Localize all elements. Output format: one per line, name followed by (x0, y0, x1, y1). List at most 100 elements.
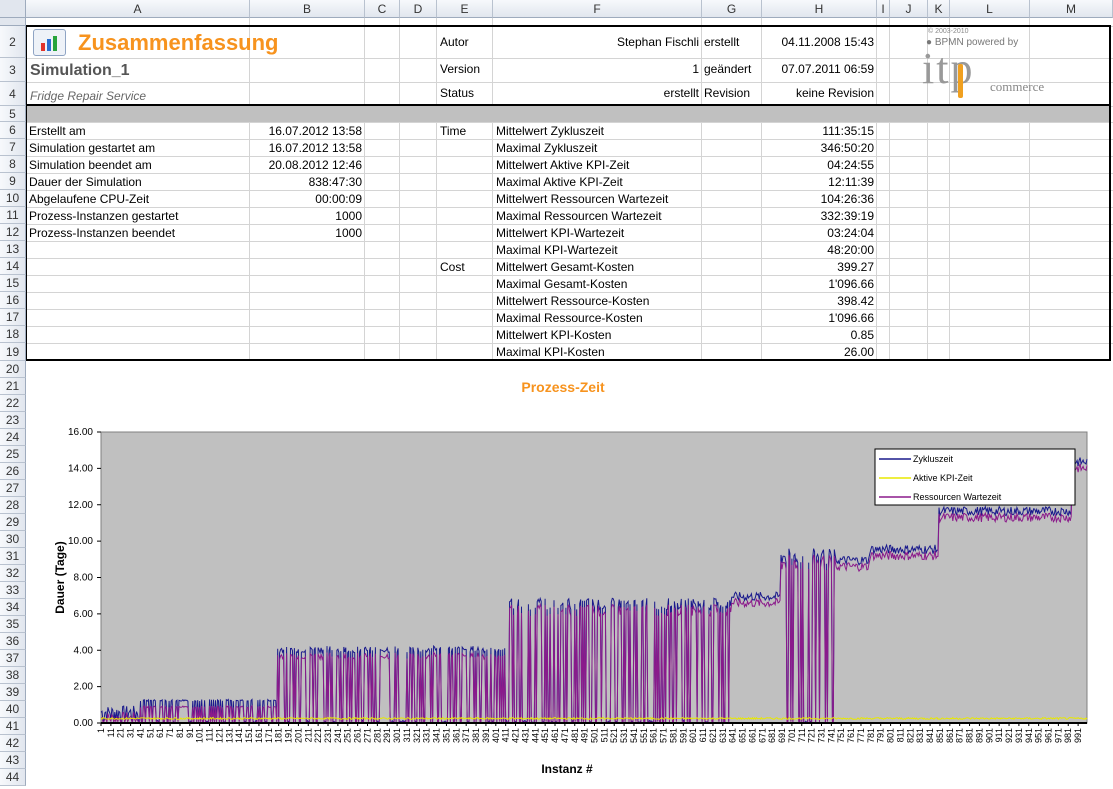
column-header-m[interactable]: M (1030, 0, 1113, 18)
x-tick-label: 261 (353, 728, 363, 743)
row-header-21[interactable]: 21 (0, 378, 26, 395)
row-header-39[interactable]: 39 (0, 684, 26, 701)
select-all-corner[interactable] (0, 0, 26, 18)
metric-label: Maximal Zykluszeit (496, 141, 598, 155)
row-header-42[interactable]: 42 (0, 735, 26, 752)
x-tick-label: 641 (728, 728, 738, 743)
legend-entry: Ressourcen Wartezeit (913, 492, 1002, 502)
created-label: erstellt (704, 35, 740, 49)
row-header-4[interactable]: 4 (0, 82, 26, 106)
row-header-29[interactable]: 29 (0, 514, 26, 531)
row-header-41[interactable]: 41 (0, 718, 26, 735)
row-header-32[interactable]: 32 (0, 565, 26, 582)
row-header-37[interactable]: 37 (0, 650, 26, 667)
changed-label: geändert (704, 62, 752, 76)
column-header-d[interactable]: D (400, 0, 437, 18)
x-tick-label: 321 (412, 728, 422, 743)
x-tick-label: 881 (965, 728, 975, 743)
row-header-2[interactable]: 2 (0, 26, 26, 58)
row-header-26[interactable]: 26 (0, 463, 26, 480)
row-header-13[interactable]: 13 (0, 241, 26, 258)
metric-label: Maximal Gesamt-Kosten (496, 277, 628, 291)
column-header-c[interactable]: C (365, 0, 400, 18)
x-tick-label: 621 (708, 728, 718, 743)
x-tick-label: 551 (639, 728, 649, 743)
row-header-34[interactable]: 34 (0, 599, 26, 616)
x-tick-label: 421 (511, 728, 521, 743)
row-header-43[interactable]: 43 (0, 752, 26, 769)
x-tick-label: 91 (185, 728, 195, 738)
row-header-25[interactable]: 25 (0, 446, 26, 463)
column-header-b[interactable]: B (250, 0, 365, 18)
revision-label: Revision (704, 86, 751, 100)
row-header-8[interactable]: 8 (0, 156, 26, 173)
x-tick-label: 821 (905, 728, 915, 743)
metric-value: 332:39:19 (820, 209, 874, 223)
x-tick-label: 871 (955, 728, 965, 743)
column-header-g[interactable]: G (702, 0, 762, 18)
y-tick-label: 8.00 (74, 573, 94, 584)
summary-label: Prozess-Instanzen gestartet (29, 209, 179, 223)
row-header-30[interactable]: 30 (0, 531, 26, 548)
column-header-f[interactable]: F (493, 0, 702, 18)
row-header-22[interactable]: 22 (0, 395, 26, 412)
row-header-12[interactable]: 12 (0, 224, 26, 241)
row-header-33[interactable]: 33 (0, 582, 26, 599)
process-time-chart[interactable]: Prozess-Zeit 0.00 2.00 4.00 6.00 8.00 10.00 12.… (27, 362, 1112, 786)
revision-value: keine Revision (795, 86, 874, 100)
row-header-15[interactable]: 15 (0, 275, 26, 292)
row-header-3[interactable]: 3 (0, 58, 26, 82)
x-tick-label: 31 (126, 728, 136, 738)
x-tick-label: 511 (599, 728, 609, 742)
row-header-40[interactable]: 40 (0, 701, 26, 718)
summary-label: Dauer der Simulation (29, 175, 142, 189)
row-header-14[interactable]: 14 (0, 258, 26, 275)
column-header-l[interactable]: L (950, 0, 1030, 18)
row-header-16[interactable]: 16 (0, 292, 26, 309)
metric-value: 346:50:20 (820, 141, 874, 155)
row-header-44[interactable]: 44 (0, 769, 26, 786)
column-header-i[interactable]: I (877, 0, 890, 18)
column-header-e[interactable]: E (437, 0, 493, 18)
simulation-name: Simulation_1 (30, 62, 130, 79)
row-header-36[interactable]: 36 (0, 633, 26, 650)
x-tick-label: 761 (846, 728, 856, 743)
x-tick-label: 831 (915, 728, 925, 743)
row-header-7[interactable]: 7 (0, 139, 26, 156)
row-header-17[interactable]: 17 (0, 309, 26, 326)
x-tick-label: 711 (797, 728, 807, 742)
x-tick-label: 691 (777, 728, 787, 743)
row-header-20[interactable]: 20 (0, 361, 26, 378)
row-header-27[interactable]: 27 (0, 480, 26, 497)
x-tick-label: 141 (234, 728, 244, 743)
column-header-h[interactable]: H (762, 0, 877, 18)
row-header-9[interactable]: 9 (0, 173, 26, 190)
x-tick-label: 131 (224, 728, 234, 743)
row-header-18[interactable]: 18 (0, 326, 26, 343)
row-header-5[interactable]: 5 (0, 106, 26, 122)
metric-label: Mittelwert Ressourcen Wartezeit (496, 192, 669, 206)
x-tick-label: 931 (1014, 728, 1024, 743)
x-tick-label: 471 (560, 728, 570, 743)
row-header-24[interactable]: 24 (0, 429, 26, 446)
x-tick-label: 251 (343, 728, 353, 743)
x-tick-label: 991 (1073, 728, 1083, 743)
row-header-38[interactable]: 38 (0, 667, 26, 684)
row-header-6[interactable]: 6 (0, 122, 26, 139)
row-header-11[interactable]: 11 (0, 207, 26, 224)
column-header-a[interactable]: A (26, 0, 250, 18)
column-header-k[interactable]: K (928, 0, 950, 18)
row-header-10[interactable]: 10 (0, 190, 26, 207)
row-header-35[interactable]: 35 (0, 616, 26, 633)
process-name: Fridge Repair Service (30, 89, 147, 103)
summary-value: 1000 (335, 226, 362, 240)
row-header-31[interactable]: 31 (0, 548, 26, 565)
x-tick-label: 751 (836, 728, 846, 743)
row-header-19[interactable]: 19 (0, 343, 26, 361)
x-tick-label: 291 (382, 728, 392, 743)
row-header-28[interactable]: 28 (0, 497, 26, 514)
row-header-23[interactable]: 23 (0, 412, 26, 429)
y-tick-label: 10.00 (68, 536, 93, 547)
column-header-j[interactable]: J (890, 0, 928, 18)
metric-label: Maximal Ressourcen Wartezeit (496, 209, 662, 223)
